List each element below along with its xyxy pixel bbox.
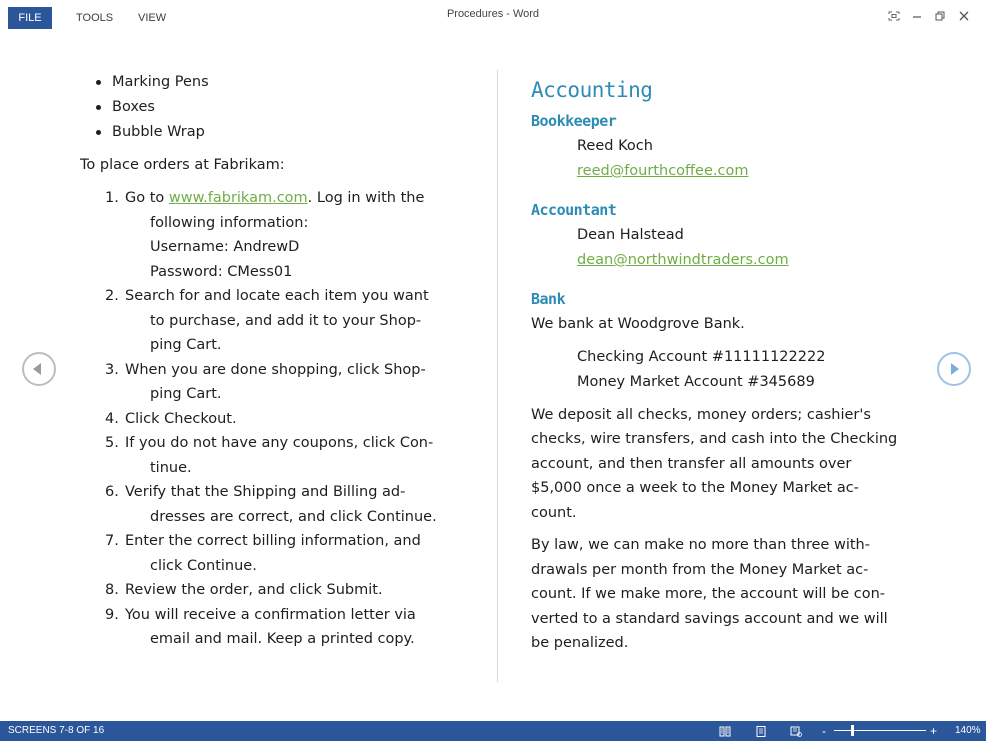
zoom-slider-thumb[interactable] (851, 725, 854, 736)
web-layout-icon[interactable] (790, 725, 802, 737)
money-market-account: Money Market Account #345689 (577, 373, 815, 390)
order-steps: 1. Go to www.fabrikam.com. Log in with t… (105, 186, 465, 652)
restore-icon[interactable] (929, 6, 951, 28)
page-divider (497, 70, 498, 682)
fullscreen-icon[interactable] (883, 6, 905, 28)
list-item: Marking Pens (94, 70, 465, 95)
accountant-email-link[interactable]: dean@northwindtraders.com (577, 252, 789, 268)
list-item: 7. Enter the correct billing information… (105, 533, 421, 574)
bookkeeper-email-link[interactable]: reed@fourthcoffee.com (577, 163, 748, 179)
print-layout-icon[interactable] (755, 725, 767, 737)
list-item: 9. You will receive a confirmation lette… (105, 606, 416, 648)
list-item: Bubble Wrap (94, 120, 465, 145)
left-page: Marking Pens Boxes Bubble Wrap To place … (80, 70, 465, 652)
list-item: 3. When you are done shopping, click Sho… (105, 361, 426, 403)
web-layout-glyph (790, 726, 802, 737)
close-glyph (959, 11, 969, 21)
fullscreen-glyph (888, 11, 900, 21)
accountant-email: dean@northwindtraders.com (531, 248, 921, 273)
previous-screen-button[interactable] (22, 352, 56, 386)
fabrikam-link[interactable]: www.fabrikam.com (169, 190, 308, 206)
withdrawal-paragraph: By law, we can make no more than three w… (531, 537, 888, 651)
list-item: 6. Verify that the Shipping and Billing … (105, 484, 437, 525)
accountant-name: Dean Halstead (577, 227, 684, 243)
screen-counter[interactable]: SCREENS 7-8 OF 16 (8, 721, 104, 741)
bank-heading: Bank (531, 290, 566, 308)
right-page: Accounting Bookkeeper Reed Koch reed@fou… (531, 70, 921, 656)
restore-glyph (935, 11, 945, 21)
zoom-in-button[interactable]: + (930, 721, 937, 741)
zoom-out-button[interactable]: - (822, 721, 826, 741)
accountant-heading: Accountant (531, 201, 617, 219)
supply-list: Marking Pens Boxes Bubble Wrap (94, 70, 465, 145)
list-item: Boxes (94, 95, 465, 120)
right-arrow-icon (951, 363, 959, 375)
bullet-icon (96, 105, 101, 110)
left-arrow-icon (33, 363, 41, 375)
minimize-icon[interactable] (906, 6, 928, 28)
accounting-heading: Accounting (531, 78, 653, 102)
checking-account: Checking Account #11111122222 (577, 348, 826, 365)
list-item: 8. Review the order, and click Submit. (105, 582, 383, 598)
order-intro: To place orders at Fabrikam: (80, 157, 285, 173)
zoom-slider[interactable] (834, 730, 926, 731)
bullet-icon (96, 80, 101, 85)
read-mode-glyph (719, 726, 731, 737)
bookkeeper-heading: Bookkeeper (531, 112, 617, 130)
list-item: 2. Search for and locate each item you w… (105, 288, 429, 353)
minimize-glyph (913, 16, 921, 18)
zoom-level[interactable]: 140% (955, 721, 981, 741)
bullet-icon (96, 130, 101, 135)
next-screen-button[interactable] (937, 352, 971, 386)
list-item: 5. If you do not have any coupons, click… (105, 435, 434, 476)
bookkeeper-name: Reed Koch (577, 138, 653, 154)
list-item: 4. Click Checkout. (105, 410, 237, 427)
title-bar: FILE TOOLS VIEW Procedures - Word (0, 0, 986, 34)
deposit-paragraph: We deposit all checks, money orders; cas… (531, 406, 898, 521)
close-icon[interactable] (953, 6, 975, 28)
read-mode-icon[interactable] (719, 725, 731, 737)
list-item: 1. Go to www.fabrikam.com. Log in with t… (105, 190, 425, 280)
print-layout-glyph (756, 726, 766, 737)
bank-intro: We bank at Woodgrove Bank. (531, 316, 745, 332)
document-title: Procedures - Word (446, 8, 540, 20)
bookkeeper-email: reed@fourthcoffee.com (531, 159, 921, 184)
status-bar: SCREENS 7-8 OF 16 - + 140% (0, 721, 986, 741)
